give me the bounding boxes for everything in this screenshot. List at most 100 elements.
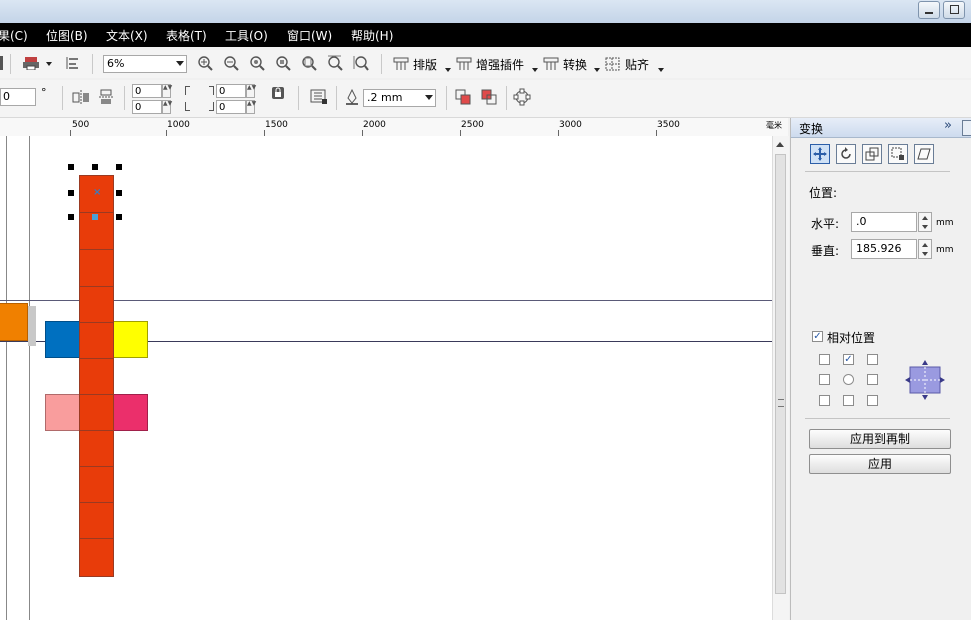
selection-handle[interactable] [92, 164, 98, 170]
red-cell[interactable] [79, 358, 114, 395]
anchor-top-right[interactable] [867, 354, 878, 365]
selection-handle[interactable] [68, 164, 74, 170]
horizontal-position-input[interactable]: .0 [851, 212, 917, 232]
pink-tile[interactable] [45, 394, 80, 431]
zoom-selected-icon[interactable] [274, 55, 292, 71]
anchor-bottom-right[interactable] [867, 395, 878, 406]
snap-button[interactable]: 贴齐 [605, 54, 649, 74]
duplicate-x-input[interactable]: 0 [132, 84, 162, 98]
collapse-icon[interactable]: » [944, 118, 952, 133]
anchor-center[interactable] [843, 374, 854, 385]
horizontal-guideline[interactable] [0, 300, 772, 301]
outline-width-select[interactable]: .2 mm [363, 89, 436, 107]
selection-handle[interactable] [68, 214, 74, 220]
red-cell[interactable] [79, 322, 114, 359]
print-icon[interactable] [22, 55, 40, 71]
red-cell[interactable] [79, 466, 114, 503]
anchor-bottom-left[interactable] [819, 395, 830, 406]
horizontal-spinner[interactable] [918, 212, 932, 232]
menu-text[interactable]: 文本(X) [106, 27, 148, 44]
red-cell[interactable] [79, 538, 114, 577]
chevron-down-icon[interactable] [658, 68, 664, 72]
size-mode-button[interactable] [888, 144, 908, 164]
nudge-x-input[interactable]: 0 [216, 84, 246, 98]
nudge-y-input[interactable]: 0 [216, 100, 246, 114]
rotate-mode-button[interactable] [836, 144, 856, 164]
chevron-down-icon[interactable] [445, 68, 451, 72]
to-back-icon[interactable] [480, 89, 498, 105]
mirror-vertical-icon[interactable] [98, 89, 116, 105]
menu-help[interactable]: 帮助(H) [351, 27, 393, 44]
ruler-label: 2500 [461, 120, 484, 130]
align-distribute-icon[interactable] [63, 55, 81, 71]
vertical-position-input[interactable]: 185.926 [851, 239, 917, 259]
enhance-plugin-button[interactable]: 增强插件 [456, 54, 524, 74]
apply-button[interactable]: 应用 [809, 454, 951, 474]
drawing-canvas[interactable]: × [0, 136, 772, 620]
horizontal-ruler[interactable]: 500 1000 1500 2000 2500 3000 3500 毫米 [0, 118, 788, 137]
mirror-horizontal-icon[interactable] [72, 89, 90, 105]
chevron-down-icon[interactable] [532, 68, 538, 72]
scroll-thumb[interactable] [775, 154, 786, 594]
red-cell[interactable] [79, 249, 114, 287]
anchor-top-left[interactable] [819, 354, 830, 365]
layout-button[interactable]: 排版 [393, 54, 437, 74]
zoom-fit-icon[interactable] [248, 55, 266, 71]
wrap-text-icon[interactable] [310, 89, 328, 105]
scale-mode-button[interactable] [862, 144, 882, 164]
zoom-width-icon[interactable] [326, 55, 344, 71]
selection-handle[interactable] [68, 190, 74, 196]
menu-effects[interactable]: 果(C) [0, 27, 28, 44]
menu-tools[interactable]: 工具(O) [225, 27, 268, 44]
menu-bitmaps[interactable]: 位图(B) [46, 27, 88, 44]
magenta-tile[interactable] [113, 394, 148, 431]
anchor-top-center[interactable]: ✓ [843, 354, 854, 365]
position-mode-button[interactable] [810, 144, 830, 164]
nudge-y-spinner[interactable]: ▲▼ [246, 100, 256, 114]
rotation-center-icon[interactable]: × [93, 187, 101, 198]
zoom-height-icon[interactable] [352, 55, 370, 71]
blue-tile[interactable] [45, 321, 80, 358]
yellow-tile[interactable] [113, 321, 148, 358]
restore-button[interactable] [943, 1, 965, 19]
selection-handle[interactable] [116, 214, 122, 220]
rotation-angle-input[interactable]: 0 [0, 88, 36, 106]
snap-grid-icon [605, 57, 620, 71]
red-cell[interactable] [79, 286, 114, 323]
convert-button[interactable]: 转换 [543, 54, 587, 74]
convert-to-curves-icon[interactable] [513, 88, 531, 106]
skew-mode-button[interactable] [914, 144, 934, 164]
anchor-middle-left[interactable] [819, 374, 830, 385]
nudge-x-spinner[interactable]: ▲▼ [246, 84, 256, 98]
vertical-spinner[interactable] [918, 239, 932, 259]
scroll-up-icon[interactable] [776, 142, 784, 147]
zoom-level-select[interactable]: 6% [103, 55, 187, 73]
duplicate-x-spinner[interactable]: ▲▼ [162, 84, 172, 98]
red-cell[interactable] [79, 502, 114, 539]
anchor-middle-right[interactable] [867, 374, 878, 385]
vertical-scrollbar[interactable] [772, 136, 789, 620]
menu-window[interactable]: 窗口(W) [287, 27, 332, 44]
zoom-page-icon[interactable] [300, 55, 318, 71]
relative-position-label: 相对位置 [827, 331, 876, 345]
selection-handle[interactable] [116, 164, 122, 170]
zoom-out-icon[interactable] [222, 55, 240, 71]
minimize-button[interactable] [918, 1, 940, 19]
duplicate-y-spinner[interactable]: ▲▼ [162, 100, 172, 114]
red-cell[interactable] [79, 430, 114, 467]
selection-handle[interactable] [116, 190, 122, 196]
menu-table[interactable]: 表格(T) [166, 27, 207, 44]
lock-ratio-icon[interactable] [269, 85, 287, 101]
chevron-down-icon[interactable] [594, 68, 600, 72]
to-front-icon[interactable] [454, 89, 472, 105]
apply-to-duplicate-button[interactable]: 应用到再制 [809, 429, 951, 449]
relative-position-checkbox[interactable]: ✓ [812, 331, 823, 342]
anchor-bottom-center[interactable] [843, 395, 854, 406]
anchor-point-icon[interactable] [92, 214, 98, 220]
docker-tab[interactable] [962, 120, 971, 136]
duplicate-y-input[interactable]: 0 [132, 100, 162, 114]
orange-tile[interactable] [0, 303, 28, 341]
zoom-in-icon[interactable] [196, 55, 214, 71]
print-dropdown-icon[interactable] [46, 62, 52, 66]
red-cell[interactable] [79, 394, 114, 431]
